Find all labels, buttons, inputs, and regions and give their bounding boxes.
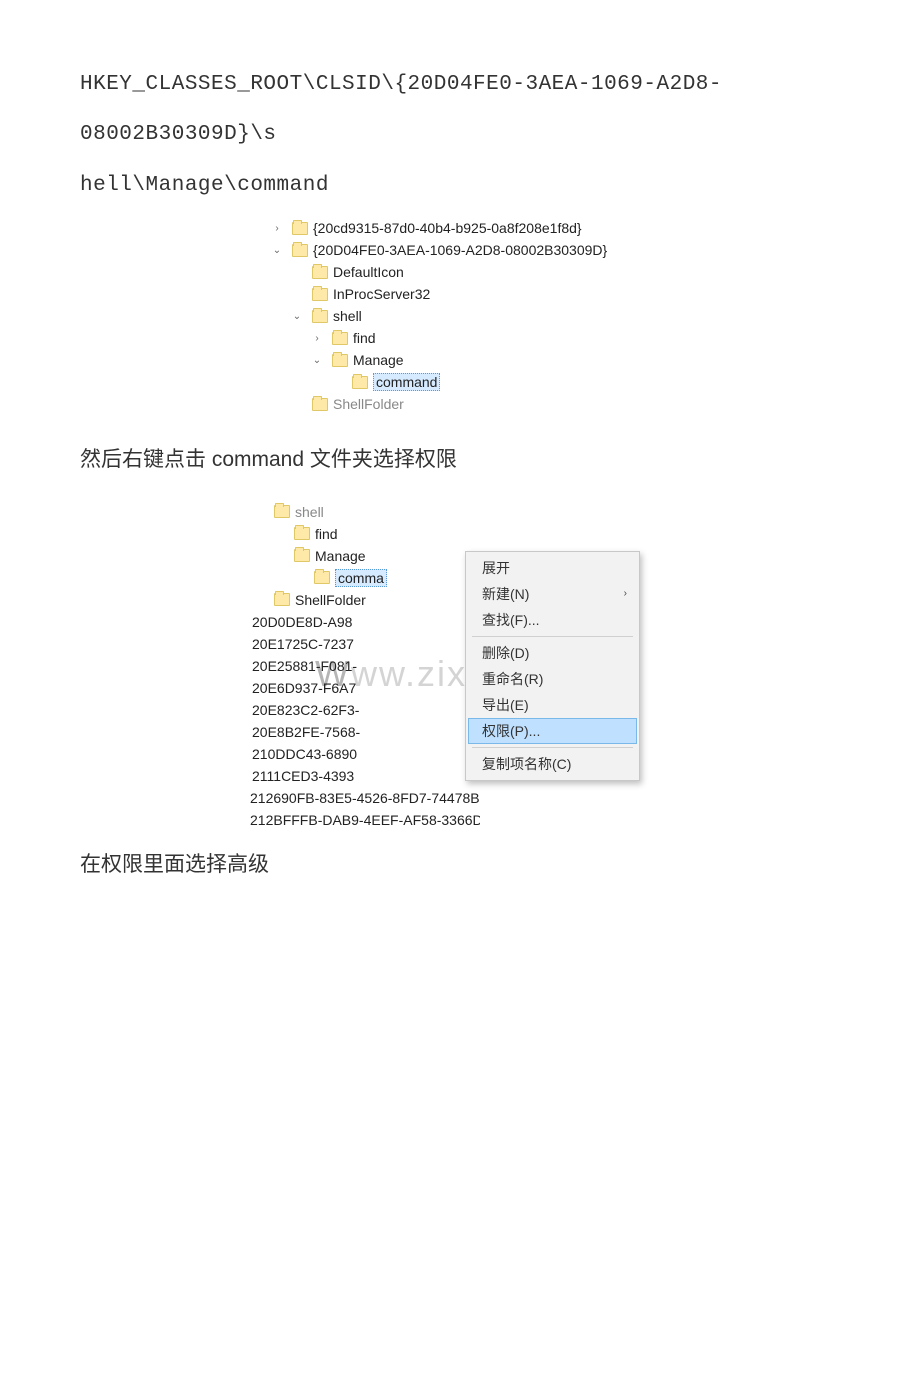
tree-node-label: 212690FB-83E5-4526-8FD7-74478B7939CD}: [250, 790, 480, 806]
tree-node-label: 210DDC43-6890: [252, 746, 357, 762]
menu-item-label: 权限(P)...: [482, 721, 540, 741]
tree-node[interactable]: 20E25881-F081-: [250, 655, 480, 677]
tree-node[interactable]: Manage: [250, 545, 480, 567]
menu-item-label: 删除(D): [482, 643, 529, 663]
tree-node[interactable]: find: [250, 523, 480, 545]
folder-icon: [314, 571, 330, 584]
tree-node[interactable]: 212BFFFB-DAB9-4EEF-AF58-3366DAAF4C4F}: [250, 809, 480, 831]
menu-item[interactable]: 展开: [468, 555, 637, 581]
folder-icon: [294, 549, 310, 562]
tree-node-label: Manage: [315, 548, 366, 564]
folder-icon: [294, 527, 310, 540]
tree-node-label: 20E6D937-F6A7: [252, 680, 356, 696]
tree-node[interactable]: 20E1725C-7237: [250, 633, 480, 655]
menu-item[interactable]: 复制项名称(C): [468, 751, 637, 777]
folder-icon: [352, 376, 368, 389]
registry-tree-2: shell find Manage comma ShellFolder 20D0DE8D-…: [250, 501, 480, 831]
folder-icon: [274, 505, 290, 518]
expander-icon[interactable]: ⌄: [290, 311, 304, 322]
menu-item[interactable]: 查找(F)...: [468, 607, 637, 633]
tree-node-label: find: [315, 526, 338, 542]
tree-node[interactable]: InProcServer32: [260, 283, 680, 305]
menu-item[interactable]: 重命名(R): [468, 666, 637, 692]
tree-node[interactable]: 20E6D937-F6A7: [250, 677, 480, 699]
tree-node[interactable]: 20E8B2FE-7568-: [250, 721, 480, 743]
folder-icon: [312, 398, 328, 411]
tree-node-label: {20cd9315-87d0-40b4-b925-0a8f208e1f8d}: [313, 220, 582, 236]
folder-icon: [292, 244, 308, 257]
menu-item-label: 导出(E): [482, 695, 529, 715]
folder-icon: [292, 222, 308, 235]
tree-node-label: comma: [335, 569, 387, 587]
registry-path-line-1: HKEY_CLASSES_ROOT\CLSID\{20D04FE0-3AEA-1…: [80, 60, 840, 161]
registry-tree-1: › {20cd9315-87d0-40b4-b925-0a8f208e1f8d} ⌄…: [260, 217, 680, 415]
tree-node[interactable]: ⌄ Manage: [260, 349, 680, 371]
menu-item-label: 复制项名称(C): [482, 754, 571, 774]
tree-node-label: InProcServer32: [333, 286, 430, 302]
menu-item-label: 重命名(R): [482, 669, 543, 689]
tree-node[interactable]: 20E823C2-62F3-: [250, 699, 480, 721]
menu-item-label: 查找(F)...: [482, 610, 540, 630]
tree-node-label: 212BFFFB-DAB9-4EEF-AF58-3366DAAF4C4F}: [250, 812, 480, 828]
tree-node[interactable]: comma: [250, 567, 480, 589]
registry-tree-2-with-menu: Www.zixin.com.cn shellfindManagecommaShe…: [250, 500, 680, 820]
tree-node[interactable]: ⌄ shell: [260, 305, 680, 327]
tree-node-label: DefaultIcon: [333, 264, 404, 280]
menu-item[interactable]: 新建(N) ›: [468, 581, 637, 607]
tree-node-label: 20D0DE8D-A98: [252, 614, 352, 630]
tree-node[interactable]: command: [260, 371, 680, 393]
folder-icon: [332, 332, 348, 345]
menu-separator: [472, 747, 633, 748]
menu-separator: [472, 636, 633, 637]
body-text-2: 在权限里面选择高级: [80, 840, 840, 890]
expander-icon[interactable]: ⌄: [270, 245, 284, 256]
tree-node[interactable]: 20D0DE8D-A98: [250, 611, 480, 633]
menu-item[interactable]: 删除(D): [468, 640, 637, 666]
folder-icon: [312, 266, 328, 279]
expander-icon[interactable]: ›: [270, 223, 284, 234]
tree-node-label: 20E25881-F081-: [252, 658, 357, 674]
expander-icon[interactable]: ⌄: [310, 355, 324, 366]
tree-node-label: find: [353, 330, 376, 346]
tree-node-label: Manage: [353, 352, 404, 368]
tree-node-label: ShellFolder: [295, 592, 366, 608]
expander-icon[interactable]: ›: [310, 333, 324, 344]
folder-icon: [312, 288, 328, 301]
tree-node[interactable]: 2111CED3-4393: [250, 765, 480, 787]
menu-item-label: 新建(N): [482, 584, 529, 604]
tree-node-label: ShellFolder: [333, 396, 404, 412]
menu-item[interactable]: 权限(P)...: [468, 718, 637, 744]
tree-node[interactable]: 210DDC43-6890: [250, 743, 480, 765]
tree-node-label: 20E8B2FE-7568-: [252, 724, 360, 740]
menu-item-label: 展开: [482, 558, 510, 578]
tree-node-label: command: [373, 373, 440, 391]
tree-node[interactable]: ShellFolder: [250, 589, 480, 611]
chevron-right-icon: ›: [624, 588, 627, 599]
context-menu[interactable]: 展开新建(N) › 查找(F)... 删除(D) 重命名(R) 导出(E) 权限(P)...…: [465, 551, 640, 781]
tree-node-label: 20E823C2-62F3-: [252, 702, 359, 718]
folder-icon: [274, 593, 290, 606]
folder-icon: [332, 354, 348, 367]
tree-node-label: shell: [295, 504, 324, 520]
tree-node[interactable]: 212690FB-83E5-4526-8FD7-74478B7939CD}: [250, 787, 480, 809]
tree-node[interactable]: ShellFolder: [260, 393, 680, 415]
document-page: HKEY_CLASSES_ROOT\CLSID\{20D04FE0-3AEA-1…: [0, 0, 920, 1374]
blank-space: [80, 904, 840, 1334]
tree-node[interactable]: › find: [260, 327, 680, 349]
tree-node-label: {20D04FE0-3AEA-1069-A2D8-08002B30309D}: [313, 242, 607, 258]
tree-node-label: 2111CED3-4393: [252, 768, 354, 784]
registry-path-line-2: hell\Manage\command: [80, 161, 840, 211]
tree-node-label: shell: [333, 308, 362, 324]
tree-node-label: 20E1725C-7237: [252, 636, 354, 652]
tree-node[interactable]: shell: [250, 501, 480, 523]
tree-node[interactable]: › {20cd9315-87d0-40b4-b925-0a8f208e1f8d}: [260, 217, 680, 239]
folder-icon: [312, 310, 328, 323]
menu-item[interactable]: 导出(E): [468, 692, 637, 718]
tree-node[interactable]: ⌄ {20D04FE0-3AEA-1069-A2D8-08002B30309D}: [260, 239, 680, 261]
tree-node[interactable]: DefaultIcon: [260, 261, 680, 283]
body-text-1: 然后右键点击 command 文件夹选择权限: [80, 435, 840, 485]
